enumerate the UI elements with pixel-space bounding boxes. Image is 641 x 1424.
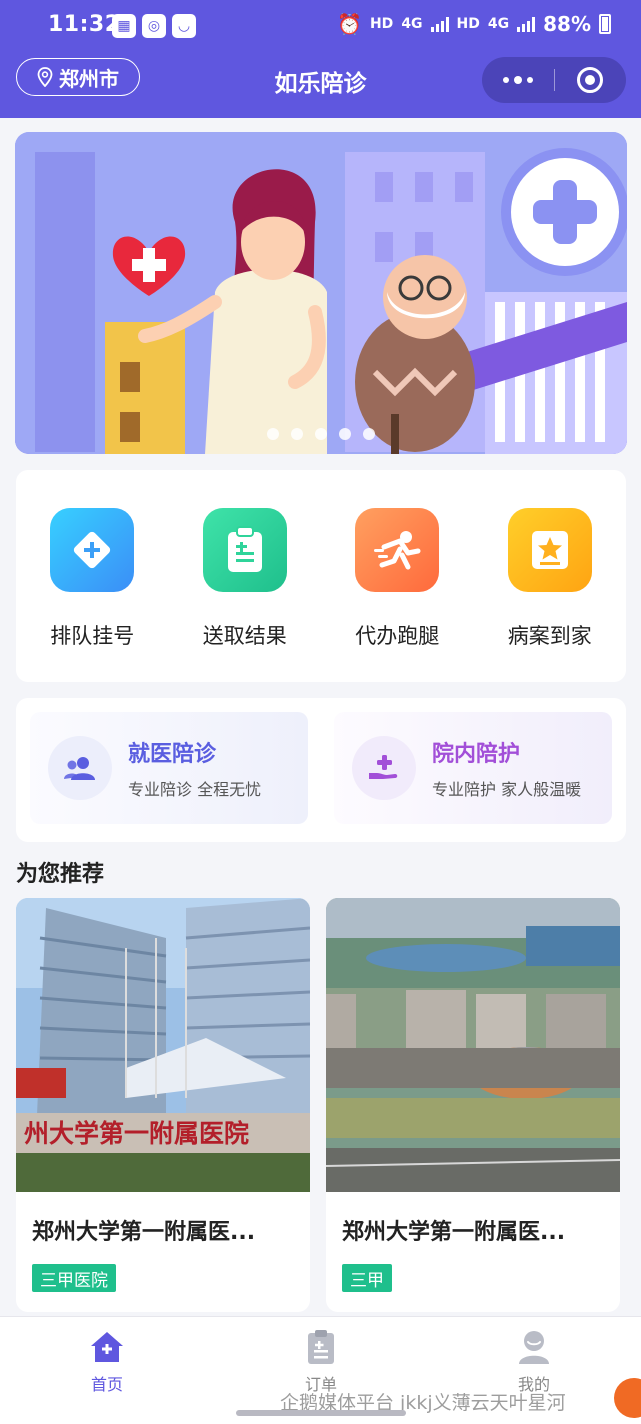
battery-text: 88% [543, 12, 591, 36]
feature-subtitle: 专业陪护 家人般温暖 [432, 780, 582, 799]
tab-home[interactable]: 首页 [47, 1327, 167, 1395]
hospital-photo: 州大学第一附属医院 [16, 898, 310, 1192]
hospital-name: 郑州大学第一附属医... [32, 1220, 256, 1245]
more-dot-icon [526, 77, 533, 83]
hospital-sign-text: 州大学第一附属医院 [24, 1119, 249, 1148]
sync-icon: ◎ [142, 14, 166, 38]
banner-dot[interactable] [315, 428, 327, 440]
hospital-card[interactable]: 州大学第一附属医院 郑州大学第一附属医... 三甲医院 [16, 898, 310, 1312]
hospital-grade-badge: 三甲 [342, 1264, 392, 1292]
hospital-grade-badge: 三甲医院 [32, 1264, 116, 1292]
miniprogram-capsule [482, 57, 626, 103]
service-grid: 排队挂号 送取结果 代办跑腿 病案到家 [16, 470, 626, 682]
more-dot-icon [502, 77, 509, 83]
service-queue-registration[interactable]: 排队挂号 [22, 508, 162, 682]
service-errand[interactable]: 代办跑腿 [327, 508, 467, 682]
status-time: 11:32 [48, 12, 121, 37]
alarm-icon: ⏰ [337, 12, 362, 36]
order-clipboard-icon [301, 1327, 341, 1367]
battery-icon [599, 14, 611, 34]
feature-medical-escort[interactable]: 就医陪诊 专业陪诊 全程无忧 [30, 712, 308, 824]
service-label: 送取结果 [202, 624, 287, 648]
service-label: 代办跑腿 [355, 624, 440, 648]
feature-subtitle: 专业陪诊 全程无忧 [128, 780, 262, 799]
banner-dot[interactable] [339, 428, 351, 440]
shield-icon: ◡ [172, 14, 196, 38]
signal-icon [430, 16, 449, 32]
feature-title: 就医陪诊 [128, 742, 217, 767]
network-label: 4G [401, 16, 423, 32]
more-dot-icon [513, 76, 522, 84]
tab-orders[interactable]: 订单 [261, 1327, 381, 1395]
clipboard-icon [202, 508, 287, 592]
network-label-2: 4G [487, 16, 510, 32]
star-folder-icon [507, 508, 592, 592]
status-icons-right: ⏰ HD 4G HD 4G 88% [337, 12, 611, 36]
banner-dot[interactable] [291, 428, 303, 440]
banner-carousel[interactable] [15, 132, 627, 454]
feature-text: 院内陪护 专业陪护 家人般温暖 [432, 736, 581, 800]
feature-title: 院内陪护 [432, 742, 521, 767]
header: 11:32 ▦ ◎ ◡ ⏰ HD 4G HD 4G 88% 郑州市 如乐陪诊 [0, 0, 641, 118]
signal-icon-2 [517, 16, 536, 32]
status-bar: 11:32 ▦ ◎ ◡ ⏰ HD 4G HD 4G 88% [0, 0, 641, 54]
home-icon [87, 1327, 127, 1367]
banner-dot[interactable] [267, 428, 279, 440]
home-indicator [236, 1410, 406, 1416]
banner-indicator [15, 428, 627, 440]
feature-text: 就医陪诊 专业陪诊 全程无忧 [128, 736, 261, 800]
feature-inpatient-care[interactable]: 院内陪护 专业陪护 家人般温暖 [334, 712, 612, 824]
service-fetch-results[interactable]: 送取结果 [175, 508, 315, 682]
sim-icon: ▦ [112, 14, 136, 38]
banner-dot[interactable] [363, 428, 375, 440]
plus-diamond-icon [50, 508, 135, 592]
hd-label-2: HD [456, 16, 480, 32]
section-title-recommend: 为您推荐 [16, 862, 105, 887]
hospital-card[interactable]: 郑州大学第一附属医... 三甲 [326, 898, 620, 1312]
hospital-name: 郑州大学第一附属医... [342, 1220, 566, 1245]
hd-label: HD [369, 16, 394, 32]
feature-panel: 就医陪诊 专业陪诊 全程无忧 院内陪护 专业陪护 家人般温暖 [16, 698, 626, 842]
service-label: 排队挂号 [50, 624, 135, 648]
more-button[interactable] [482, 57, 554, 103]
banner-illustration [15, 132, 627, 454]
care-hand-icon [352, 736, 416, 800]
status-icons-left: ▦ ◎ ◡ [112, 14, 196, 38]
target-icon [577, 67, 604, 93]
service-label: 病案到家 [507, 624, 592, 648]
user-icon [514, 1327, 554, 1367]
close-miniprogram-button[interactable] [555, 57, 627, 103]
runner-icon [355, 508, 440, 592]
hospital-photo [326, 898, 620, 1192]
people-icon [48, 736, 112, 800]
service-records-delivery[interactable]: 病案到家 [480, 508, 620, 682]
tab-profile[interactable]: 我的 [474, 1327, 594, 1395]
tab-label: 首页 [90, 1375, 123, 1394]
